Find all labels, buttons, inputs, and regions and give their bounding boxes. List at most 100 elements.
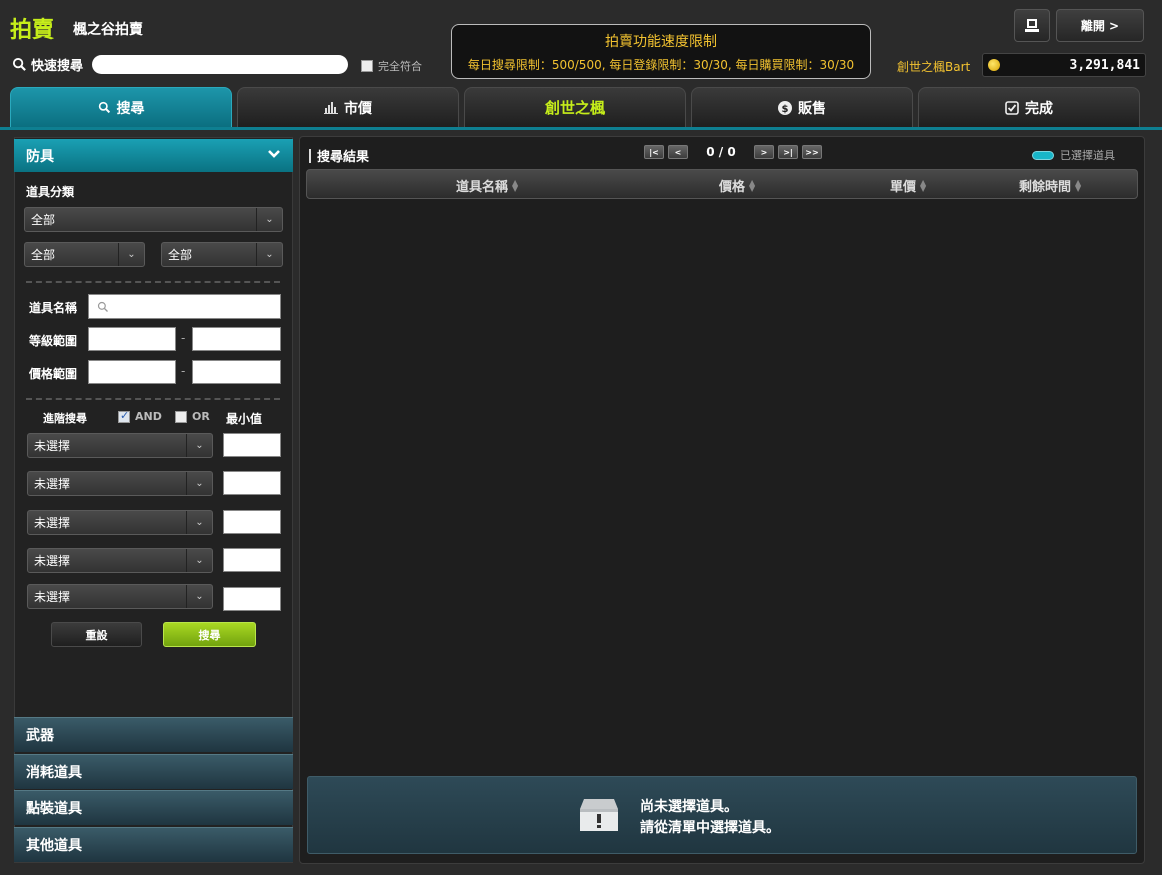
item-subclass-select-1[interactable]: 全部 ⌄: [24, 242, 145, 267]
sort-icon: ▲ ▼: [749, 177, 756, 193]
legend-label: 已選擇道具: [1060, 149, 1115, 162]
reset-button[interactable]: 重設: [51, 622, 142, 647]
title-bar-marker: [309, 148, 311, 163]
window-icon: [1025, 18, 1039, 32]
level-range-label: 等級範圍: [29, 334, 78, 348]
chevron-down-icon: ⌄: [186, 585, 212, 608]
dollar-icon: $: [778, 100, 792, 115]
next-page-button[interactable]: >: [754, 145, 774, 159]
column-price[interactable]: 價格 ▲ ▼: [719, 176, 755, 195]
advanced-option-select-4[interactable]: 未選擇 ⌄: [27, 548, 213, 573]
app-title: 拍賣: [10, 18, 55, 43]
rate-limit-text: 每日搜尋限制：500/500, 每日登錄限制：30/30, 每日購買限制：30/…: [467, 58, 855, 72]
minimize-button[interactable]: [1014, 9, 1050, 42]
world-name: 創世之楓Bart: [897, 60, 971, 74]
page-indicator: 0 / 0: [706, 145, 736, 159]
exit-button[interactable]: 離開 >: [1056, 9, 1144, 42]
select-value: 未選擇: [34, 590, 71, 604]
advanced-min-input-5[interactable]: [223, 587, 281, 611]
tab-world[interactable]: 創世之楓: [464, 87, 686, 127]
category-etc[interactable]: 其他道具: [14, 827, 293, 862]
pagination: |< < 0 / 0 > >| >>: [644, 145, 822, 159]
meso-value: 3,291,841: [1069, 57, 1140, 73]
category-consumable[interactable]: 消耗道具: [14, 754, 293, 789]
column-label: 剩餘時間: [1019, 180, 1072, 195]
chevron-down-icon: ⌄: [186, 472, 212, 495]
range-separator: -: [181, 364, 186, 378]
chevron-down-icon: ⌄: [186, 549, 212, 572]
tab-underline: [0, 127, 1162, 130]
level-min-input[interactable]: [88, 327, 176, 351]
category-weapon[interactable]: 武器: [14, 717, 293, 752]
search-icon: [98, 101, 110, 114]
meso-balance: 3,291,841: [982, 53, 1146, 77]
item-name-input[interactable]: [88, 294, 281, 319]
item-name-label: 道具名稱: [29, 301, 78, 315]
rate-limit-notice: 拍賣功能速度限制 每日搜尋限制：500/500, 每日登錄限制：30/30, 每…: [451, 24, 871, 79]
exact-match-toggle[interactable]: 完全符合: [361, 58, 422, 74]
rate-limit-title: 拍賣功能速度限制: [605, 34, 717, 50]
chevron-down-icon: ⌄: [256, 208, 282, 231]
last-page-button[interactable]: >|: [778, 145, 798, 159]
tab-sell[interactable]: $ 販售: [691, 87, 913, 127]
sort-icon: ▲ ▼: [920, 177, 927, 193]
or-checkbox[interactable]: [175, 410, 187, 423]
range-separator: -: [181, 331, 186, 345]
quick-search-input[interactable]: [92, 55, 348, 74]
selected-item-legend: 已選擇道具: [1032, 147, 1115, 163]
advanced-option-select-2[interactable]: 未選擇 ⌄: [27, 471, 213, 496]
column-item-name[interactable]: 道具名稱 ▲ ▼: [456, 176, 518, 195]
advanced-option-select-1[interactable]: 未選擇 ⌄: [27, 433, 213, 458]
results-title-text: 搜尋結果: [317, 150, 370, 165]
and-label: AND: [135, 410, 162, 423]
exact-match-checkbox[interactable]: [361, 60, 373, 72]
item-class-label: 道具分類: [26, 185, 75, 199]
next-block-button[interactable]: >>: [802, 145, 822, 159]
advanced-min-input-3[interactable]: [223, 510, 281, 534]
advanced-min-input-1[interactable]: [223, 433, 281, 457]
chevron-down-icon: ⌄: [186, 511, 212, 534]
or-toggle[interactable]: OR: [175, 410, 210, 423]
no-selection-line-1: 尚未選擇道具。: [640, 799, 738, 815]
svg-text:$: $: [782, 104, 789, 115]
advanced-option-select-5[interactable]: 未選擇 ⌄: [27, 584, 213, 609]
category-cash[interactable]: 點裝道具: [14, 790, 293, 825]
category-title: 防具: [26, 148, 54, 165]
column-time-left[interactable]: 剩餘時間 ▲ ▼: [1019, 176, 1081, 195]
tab-complete[interactable]: 完成: [918, 87, 1140, 127]
price-min-input[interactable]: [88, 360, 176, 384]
price-max-input[interactable]: [192, 360, 281, 384]
and-checkbox[interactable]: [118, 409, 130, 423]
quick-search-label: 快速搜尋: [12, 55, 83, 74]
prev-page-button[interactable]: <: [668, 145, 688, 159]
advanced-option-select-3[interactable]: 未選擇 ⌄: [27, 510, 213, 535]
and-toggle[interactable]: AND: [118, 409, 162, 423]
chevron-down-icon: [267, 148, 281, 163]
no-selection-line-2: 請從清單中選擇道具。: [640, 820, 780, 836]
coin-icon: [988, 59, 1000, 71]
divider: [26, 398, 280, 400]
column-label: 單價: [890, 180, 917, 195]
level-max-input[interactable]: [192, 327, 281, 351]
search-icon: [97, 301, 108, 312]
item-box-icon: [580, 799, 618, 831]
tab-label: 創世之楓: [544, 99, 605, 117]
search-button[interactable]: 搜尋: [163, 622, 256, 647]
item-subclass-select-2[interactable]: 全部 ⌄: [161, 242, 283, 267]
advanced-min-input-4[interactable]: [223, 548, 281, 572]
first-page-button[interactable]: |<: [644, 145, 664, 159]
chevron-down-icon: ⌄: [256, 243, 282, 266]
tab-search[interactable]: 搜尋: [10, 87, 232, 127]
select-value: 全部: [31, 248, 56, 262]
tab-market-price[interactable]: 市價: [237, 87, 459, 127]
tab-label: 市價: [344, 100, 372, 117]
tab-label: 搜尋: [116, 100, 145, 117]
checkbox-icon: [1005, 100, 1019, 115]
legend-swatch: [1032, 150, 1054, 160]
tab-label: 販售: [798, 100, 826, 117]
price-range-label: 價格範圍: [29, 367, 78, 381]
item-class-select[interactable]: 全部 ⌄: [24, 207, 283, 232]
advanced-min-input-2[interactable]: [223, 471, 281, 495]
category-armor-header[interactable]: 防具: [14, 139, 293, 172]
column-unit-price[interactable]: 單價 ▲ ▼: [890, 176, 926, 195]
